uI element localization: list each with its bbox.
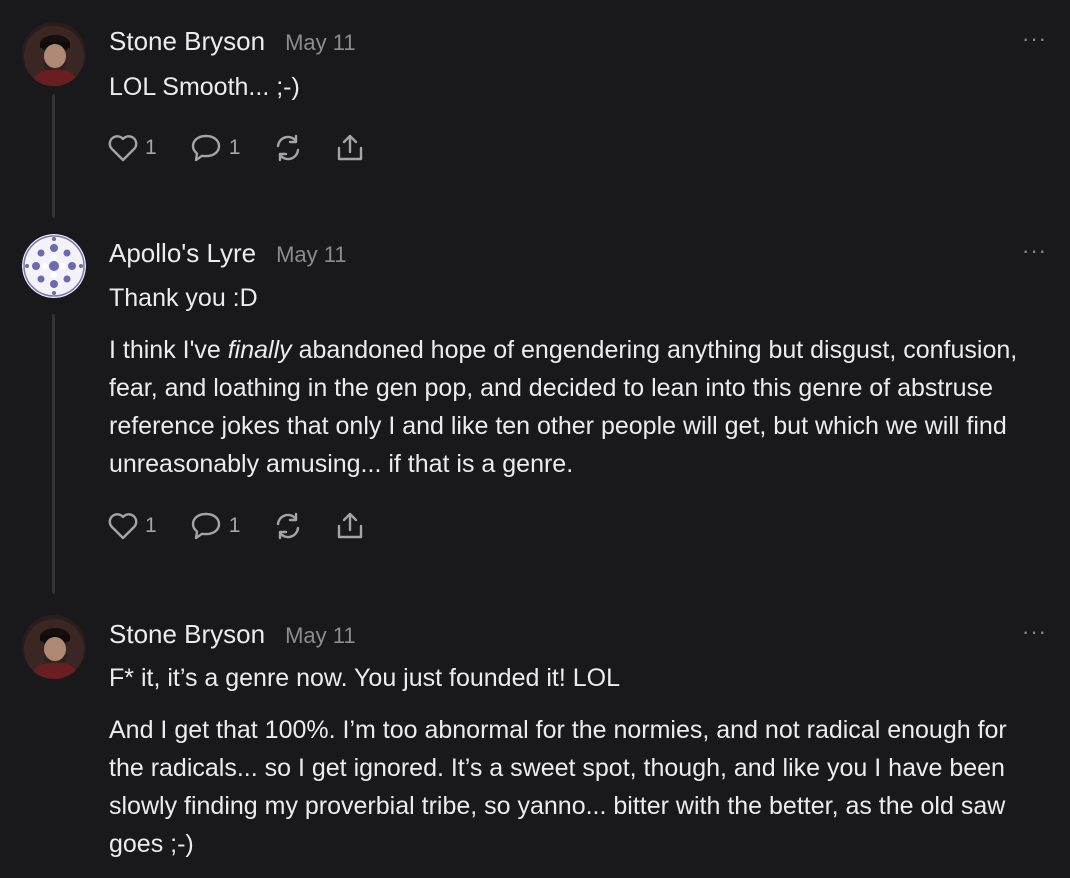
comment-paragraph: I think I've finally abandoned hope of e… [109,336,1018,478]
more-options-button[interactable]: ··· [1022,238,1047,264]
share-icon [338,134,363,161]
reply-count: 1 [228,514,241,537]
avatar[interactable] [22,615,86,679]
comment-date[interactable]: May 11 [285,623,356,649]
restack-button[interactable] [272,510,304,542]
author-name[interactable]: Stone Bryson [109,619,265,650]
comment-actions: 1 1 [107,132,396,164]
speech-bubble-icon [191,512,220,540]
more-options-button[interactable]: ··· [1022,26,1047,52]
comment-paragraph: Thank you :D [109,284,258,312]
thread-line [52,314,55,594]
comment-header: Stone Bryson May 11 [109,619,356,650]
comment-header: Stone Bryson May 11 [109,26,356,57]
share-button[interactable] [334,132,366,164]
share-button[interactable] [334,510,366,542]
comment-header: Apollo's Lyre May 11 [109,238,347,269]
like-button[interactable]: 1 [107,511,157,541]
more-options-button[interactable]: ··· [1022,619,1047,645]
comment-body: LOL Smooth... ;-) [109,68,1039,106]
comment-date[interactable]: May 11 [276,242,347,268]
comment-paragraph: F* it, it’s a genre now. You just founde… [109,664,620,692]
comment-actions: 1 1 [107,510,396,542]
restack-icon [277,512,300,540]
like-button[interactable]: 1 [107,133,157,163]
comment-body: Thank you :D I think I've finally abando… [109,279,1039,483]
comment-thread: Stone Bryson May 11 ··· LOL Smooth... ;-… [0,0,1070,878]
avatar[interactable] [22,22,86,86]
comment-body: F* it, it’s a genre now. You just founde… [109,659,1039,863]
reply-button[interactable]: 1 [189,132,241,164]
restack-icon [277,134,300,162]
comment-paragraph: LOL Smooth... ;-) [109,73,300,101]
author-name[interactable]: Apollo's Lyre [109,238,256,269]
comment-paragraph: And I get that 100%. I’m too abnormal fo… [109,716,1007,858]
thread-line [52,94,55,218]
heart-icon [108,135,138,162]
speech-bubble-icon [191,134,220,162]
author-name[interactable]: Stone Bryson [109,26,265,57]
reply-button[interactable]: 1 [189,510,241,542]
comment-date[interactable]: May 11 [285,30,356,56]
avatar[interactable] [22,234,86,298]
restack-button[interactable] [272,132,304,164]
like-count: 1 [145,136,157,159]
like-count: 1 [145,514,157,537]
reply-count: 1 [228,136,241,159]
heart-icon [108,513,138,540]
share-icon [338,512,363,539]
